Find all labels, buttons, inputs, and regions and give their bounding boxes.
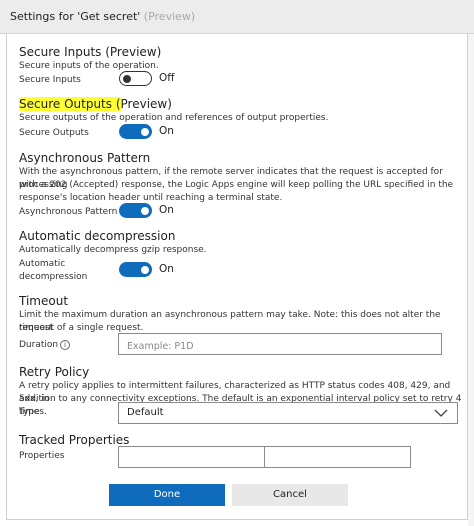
tracked-value-box <box>264 446 411 470</box>
duration-input-box <box>118 333 442 357</box>
decompress-label-line-2: decompression <box>19 272 88 282</box>
done-button[interactable]: Done <box>109 484 225 506</box>
retry-type-label: Type <box>19 407 40 417</box>
secure-inputs-toggle[interactable] <box>119 71 152 86</box>
secure-outputs-label: Secure Outputs <box>19 128 89 138</box>
secure-outputs-heading-rest: Preview) <box>120 97 172 111</box>
decompress-label-line-1: Automatic <box>19 259 66 269</box>
decompress-heading: Automatic decompression <box>19 229 176 243</box>
dialog-title: Settings for 'Get secret' (Preview) <box>10 10 195 23</box>
decompress-state: On <box>159 263 174 275</box>
secure-inputs-label: Secure Inputs <box>19 75 81 85</box>
async-heading: Asynchronous Pattern <box>19 151 151 165</box>
secure-outputs-toggle[interactable] <box>119 124 152 139</box>
secure-inputs-state: Off <box>159 72 175 84</box>
settings-panel: Secure Inputs (Preview) Secure inputs of… <box>6 34 468 520</box>
scrollbar-gutter <box>468 34 474 526</box>
retry-type-selected: Default <box>127 407 164 418</box>
info-icon[interactable]: i <box>60 340 70 350</box>
duration-input[interactable] <box>119 336 441 357</box>
secure-inputs-heading: Secure Inputs (Preview) <box>19 45 162 59</box>
secure-outputs-heading-highlight: Secure Outputs ( <box>19 97 121 111</box>
chevron-down-icon <box>434 409 448 417</box>
tracked-properties-label: Properties <box>19 451 65 461</box>
dialog-title-preview: (Preview) <box>143 10 196 23</box>
async-label: Asynchronous Pattern <box>19 207 118 217</box>
async-state: On <box>159 204 174 216</box>
tracked-key-box <box>118 446 265 470</box>
dialog-title-main: Settings for 'Get secret' <box>10 10 141 23</box>
cancel-button[interactable]: Cancel <box>232 484 348 506</box>
decompress-description: Automatically decompress gzip response. <box>19 245 207 255</box>
async-toggle[interactable] <box>119 203 152 218</box>
dialog-titlebar: Settings for 'Get secret' (Preview) <box>0 0 474 34</box>
decompress-toggle[interactable] <box>119 262 152 277</box>
secure-outputs-state: On <box>159 125 174 137</box>
timeout-heading: Timeout <box>19 294 69 308</box>
async-description-line-3: response's location header until reachin… <box>19 193 283 203</box>
tracked-value-input[interactable] <box>265 449 410 470</box>
secure-outputs-description: Secure outputs of the operation and refe… <box>19 113 329 123</box>
tracked-heading: Tracked Properties <box>19 433 130 447</box>
retry-type-select[interactable]: Default <box>118 402 458 424</box>
secure-outputs-heading: Secure Outputs (Preview) <box>19 97 172 111</box>
duration-label: Duration <box>19 340 59 350</box>
async-description-line-2: with a 202 (Accepted) response, the Logi… <box>19 180 454 190</box>
retry-heading: Retry Policy <box>19 365 90 379</box>
tracked-key-input[interactable] <box>119 449 264 470</box>
